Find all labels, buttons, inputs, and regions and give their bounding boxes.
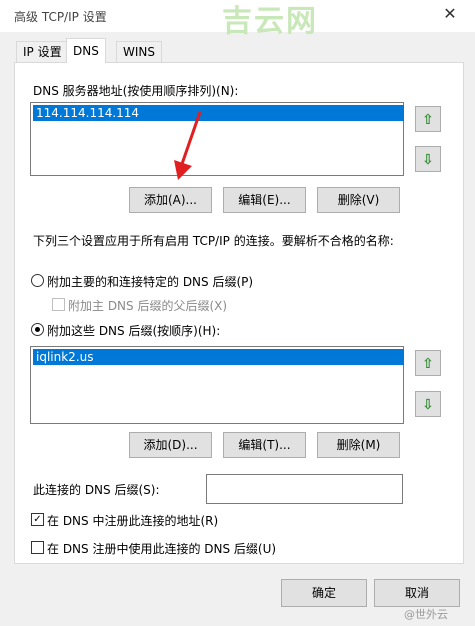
edit-dns-button[interactable]: 编辑(E)... bbox=[223, 187, 306, 213]
use-suffix-label: 在 DNS 注册中使用此连接的 DNS 后缀(U) bbox=[47, 542, 277, 556]
tab-dns[interactable]: DNS bbox=[66, 38, 106, 63]
red-arrow-annotation bbox=[174, 111, 202, 180]
these-suffixes-label: 附加这些 DNS 后缀(按顺序)(H): bbox=[47, 324, 221, 338]
add-dns-button[interactable]: 添加(A)... bbox=[129, 187, 212, 213]
tab-ip-settings[interactable]: IP 设置 bbox=[16, 41, 69, 62]
list-item[interactable]: 114.114.114.114 bbox=[33, 105, 404, 121]
primary-suffix-radio[interactable] bbox=[31, 274, 44, 287]
primary-suffix-label: 附加主要的和连接特定的 DNS 后缀(P) bbox=[47, 275, 254, 289]
close-icon[interactable]: ✕ bbox=[440, 4, 460, 24]
arrow-down-icon: ⇩ bbox=[422, 397, 434, 413]
suffix-move-down-button[interactable]: ⇩ bbox=[415, 391, 441, 417]
delete-suffix-button[interactable]: 删除(M) bbox=[317, 432, 400, 458]
register-address-checkbox[interactable]: ✓ bbox=[31, 513, 44, 526]
dns-suffix-list[interactable]: iqlink2.us bbox=[30, 346, 404, 424]
register-address-label: 在 DNS 中注册此连接的地址(R) bbox=[47, 514, 219, 528]
dns-servers-list[interactable]: 114.114.114.114 bbox=[30, 102, 404, 176]
parent-suffix-checkbox[interactable] bbox=[52, 298, 65, 311]
delete-dns-button[interactable]: 删除(V) bbox=[317, 187, 400, 213]
dns-servers-label: DNS 服务器地址(按使用顺序排列)(N): bbox=[33, 84, 239, 98]
ok-button[interactable]: 确定 bbox=[281, 579, 367, 607]
watermark-logo: 吉云网 bbox=[222, 4, 318, 39]
arrow-down-icon: ⇩ bbox=[422, 152, 434, 168]
suffix-move-up-button[interactable]: ⇧ bbox=[415, 350, 441, 376]
arrow-up-icon: ⇧ bbox=[422, 112, 434, 128]
parent-suffix-label: 附加主 DNS 后缀的父后缀(X) bbox=[68, 299, 228, 313]
move-up-button[interactable]: ⇧ bbox=[415, 106, 441, 132]
tab-wins[interactable]: WINS bbox=[116, 41, 162, 62]
settings-note: 下列三个设置应用于所有启用 TCP/IP 的连接。要解析不合格的名称: bbox=[33, 234, 394, 248]
edit-suffix-button[interactable]: 编辑(T)... bbox=[223, 432, 306, 458]
arrow-up-icon: ⇧ bbox=[422, 356, 434, 372]
list-item[interactable]: iqlink2.us bbox=[33, 349, 404, 365]
connection-suffix-input[interactable] bbox=[206, 474, 403, 504]
add-suffix-button[interactable]: 添加(D)... bbox=[129, 432, 212, 458]
these-suffixes-radio[interactable] bbox=[31, 323, 44, 336]
use-suffix-checkbox[interactable] bbox=[31, 541, 44, 554]
connection-suffix-label: 此连接的 DNS 后缀(S): bbox=[33, 483, 160, 497]
footer-watermark: @世外云 bbox=[404, 608, 448, 621]
move-down-button[interactable]: ⇩ bbox=[415, 146, 441, 172]
cancel-button[interactable]: 取消 bbox=[374, 579, 460, 607]
window-title: 高级 TCP/IP 设置 bbox=[14, 10, 107, 24]
